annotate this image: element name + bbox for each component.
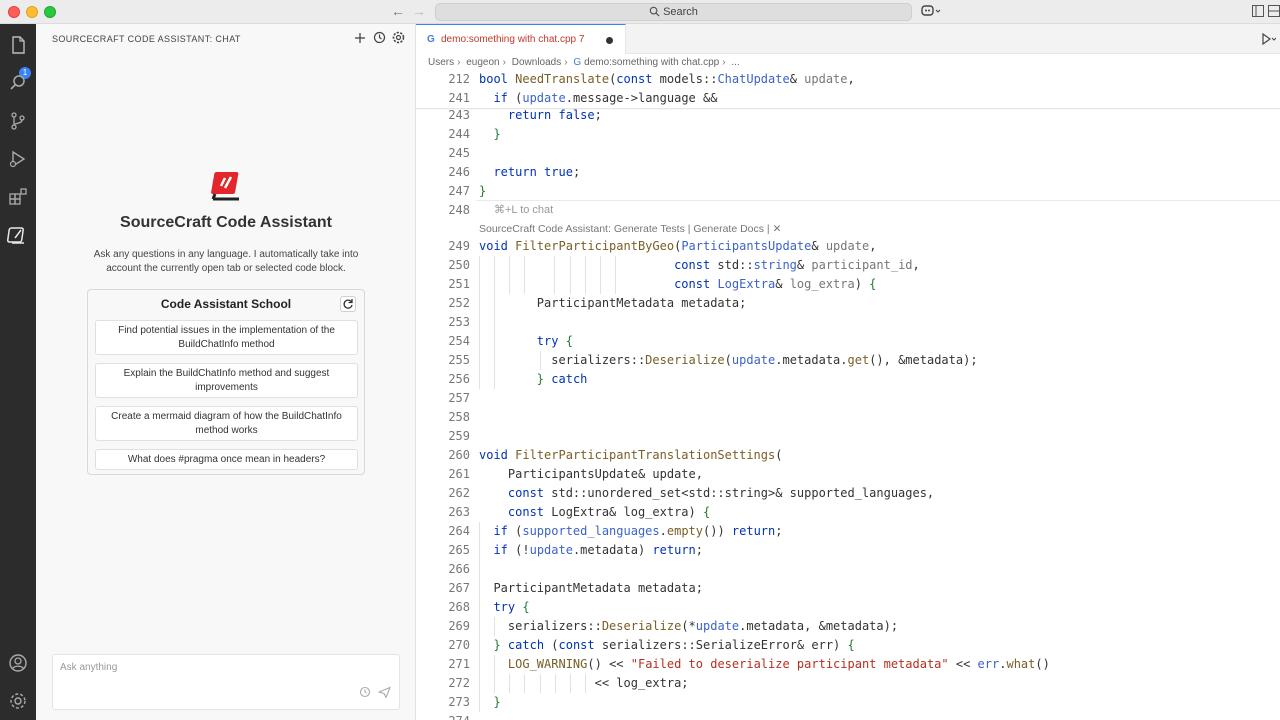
run-file-icon[interactable] [1262, 32, 1277, 50]
tab-label: demo:something with chat.cpp 7 [441, 34, 585, 45]
suggestion-item[interactable]: Find potential issues in the implementat… [95, 320, 358, 355]
files-icon[interactable] [7, 34, 29, 56]
indent-guide [570, 256, 571, 294]
indent-guide [615, 256, 616, 294]
chat-panel: SOURCECRAFT CODE ASSISTANT: CHAT SourceC… [36, 24, 416, 720]
ask-placeholder: Ask anything [60, 662, 118, 673]
school-title: Code Assistant School [160, 297, 292, 311]
settings-gear-icon[interactable] [7, 690, 29, 712]
sourcecraft-logo [210, 170, 244, 204]
activity-bar: 1 [0, 24, 36, 720]
refresh-suggestions-button[interactable] [340, 296, 356, 312]
search-icon [649, 6, 660, 17]
ask-input[interactable]: Ask anything [52, 654, 400, 710]
code-assistant-icon[interactable] [6, 224, 29, 246]
indent-guide [585, 256, 586, 294]
indent-guide [585, 674, 586, 693]
send-icon[interactable] [377, 685, 391, 703]
chat-panel-title: SOURCECRAFT CODE ASSISTANT: CHAT [52, 34, 241, 44]
code-assistant-school: Code Assistant School Find potential iss… [87, 289, 365, 475]
zoom-window-button[interactable] [44, 6, 56, 18]
layout-toggle-icon[interactable] [1252, 4, 1264, 22]
title-bar: ← → Search [0, 0, 1280, 24]
cpp-file-icon: G [427, 34, 435, 45]
new-chat-icon[interactable] [354, 31, 366, 49]
indent-guide [540, 351, 541, 370]
editor-tabs: G demo:something with chat.cpp 7 [416, 24, 1280, 54]
source-control-icon[interactable] [7, 110, 29, 132]
breadcrumb-item[interactable]: Downloads [512, 57, 561, 68]
breadcrumb-item[interactable]: demo:something with chat.cpp [584, 57, 719, 68]
codelens[interactable]: SourceCraft Code Assistant: Generate Tes… [479, 221, 781, 237]
chat-hint: ⌘+L to chat [494, 204, 554, 216]
indent-guide [494, 256, 495, 389]
arrow-right-icon[interactable]: → [412, 3, 426, 19]
minimize-window-button[interactable] [26, 6, 38, 18]
close-icon[interactable]: ✕ [773, 223, 782, 235]
breadcrumb-item[interactable]: ... [731, 57, 739, 68]
indent-guide [479, 522, 480, 712]
indent-guide [509, 674, 510, 693]
tab-chat-cpp[interactable]: G demo:something with chat.cpp 7 [416, 24, 626, 54]
indent-guide [554, 256, 555, 294]
panel-toggle-icon[interactable] [1268, 4, 1280, 22]
close-window-button[interactable] [8, 6, 20, 18]
assistant-description: Ask any questions in any language. I aut… [93, 249, 359, 274]
suggestion-item[interactable]: What does #pragma once mean in headers? [95, 449, 358, 470]
arrow-left-icon[interactable]: ← [391, 3, 405, 19]
suggestion-item[interactable]: Create a mermaid diagram of how the Buil… [95, 406, 358, 441]
indent-guide [555, 674, 556, 693]
unsaved-dot-icon[interactable] [606, 37, 613, 44]
breadcrumb-item[interactable]: eugeon [466, 57, 499, 68]
editor-area: G demo:something with chat.cpp 7 Users › … [416, 24, 1280, 720]
search-icon[interactable] [7, 72, 29, 94]
indent-guide [570, 674, 571, 693]
refresh-icon [343, 299, 353, 309]
search-label: Search [663, 6, 698, 18]
indent-guide [524, 256, 525, 294]
gear-icon[interactable] [392, 31, 405, 49]
context-icon[interactable] [359, 685, 371, 703]
run-debug-icon[interactable] [7, 148, 29, 170]
indent-guide [509, 256, 510, 294]
indent-guide [524, 674, 525, 693]
assistant-title: SourceCraft Code Assistant [120, 214, 332, 231]
indent-guide [600, 256, 601, 294]
indent-guide [494, 617, 495, 636]
cpp-file-icon: G [573, 57, 582, 68]
account-icon[interactable] [7, 652, 29, 674]
indent-guide [479, 256, 480, 389]
extensions-icon[interactable] [7, 186, 29, 208]
indent-guide [540, 674, 541, 693]
suggestion-item[interactable]: Explain the BuildChatInfo method and sug… [95, 363, 358, 398]
copilot-icon[interactable] [921, 4, 941, 23]
breadcrumb: Users › eugeon › Downloads › Gdemo:somethin… [428, 57, 740, 68]
history-icon[interactable] [373, 31, 386, 49]
sticky-line[interactable]: 212 bool NeedTranslate(const models::Chat… [416, 70, 1280, 89]
indent-guide [494, 655, 495, 693]
breadcrumb-item[interactable]: Users [428, 57, 454, 68]
hint-border [476, 200, 1280, 201]
command-center-search[interactable]: Search [435, 3, 912, 21]
